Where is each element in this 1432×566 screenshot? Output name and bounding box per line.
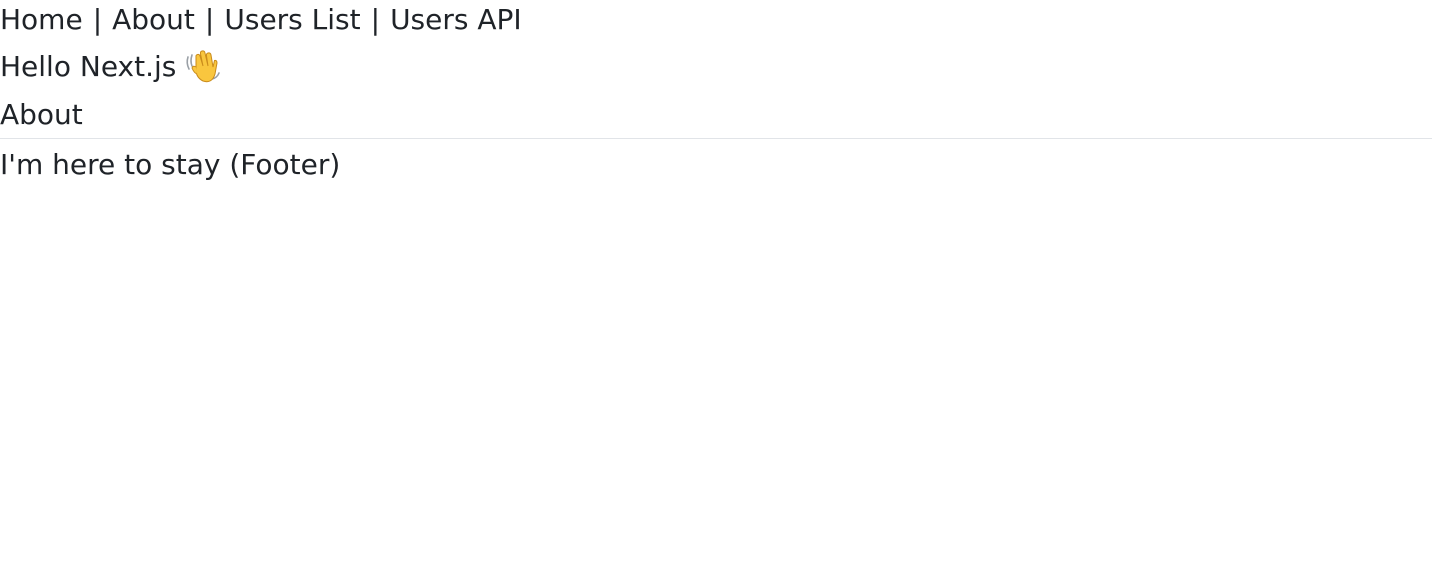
nav-link-about[interactable]: About [112, 3, 195, 36]
nav-separator: | [370, 3, 381, 36]
footer-text: I'm here to stay (Footer) [0, 148, 341, 181]
main-nav: Home | About | Users List | Users API [0, 0, 522, 40]
waving-hand-icon [184, 47, 222, 85]
nav-link-users-list[interactable]: Users List [224, 3, 360, 36]
nav-link-users-api[interactable]: Users API [390, 3, 522, 36]
page-title: About [0, 98, 83, 131]
greeting-text: Hello Next.js [0, 50, 177, 83]
nav-link-home[interactable]: Home [0, 3, 83, 36]
divider [0, 138, 1432, 139]
nav-separator: | [204, 3, 215, 36]
nav-separator: | [92, 3, 103, 36]
greeting: Hello Next.js [0, 47, 222, 87]
